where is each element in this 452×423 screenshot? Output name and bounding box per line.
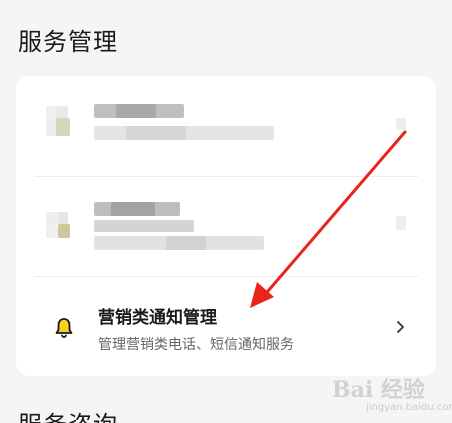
watermark-logo: Bai 经验 [332, 377, 425, 403]
marketing-notification-title: 营销类通知管理 [98, 308, 217, 328]
obscured-icon [46, 212, 58, 224]
obscured-text [94, 220, 194, 232]
obscured-chevron [396, 216, 406, 230]
obscured-chevron [396, 118, 406, 130]
baidu-jingyan-watermark: Bai 经验 jingyan.baidu.com [332, 372, 452, 420]
bell-icon [55, 318, 73, 338]
next-section-title: 服务咨询 [18, 405, 118, 423]
obscured-icon-part [56, 106, 68, 118]
obscured-text [111, 202, 155, 216]
obscured-text [166, 236, 206, 250]
service-card: 营销类通知管理 管理营销类电话、短信通知服务 [16, 76, 436, 376]
obscured-icon-part [46, 224, 58, 238]
obscured-service-row[interactable] [16, 76, 436, 176]
obscured-service-row[interactable] [16, 176, 436, 276]
chevron-right-icon [397, 321, 404, 333]
obscured-icon [46, 106, 56, 118]
marketing-notification-subtitle: 管理营销类电话、短信通知服务 [98, 337, 294, 353]
section-title: 服务管理 [18, 28, 118, 56]
obscured-text [126, 126, 186, 140]
obscured-icon-part [56, 118, 70, 136]
obscured-icon-part [58, 212, 68, 224]
obscured-icon-part [58, 224, 70, 238]
marketing-notification-row[interactable]: 营销类通知管理 管理营销类电话、短信通知服务 [16, 276, 436, 376]
watermark-url: jingyan.baidu.com [366, 402, 452, 413]
obscured-text [116, 104, 156, 118]
